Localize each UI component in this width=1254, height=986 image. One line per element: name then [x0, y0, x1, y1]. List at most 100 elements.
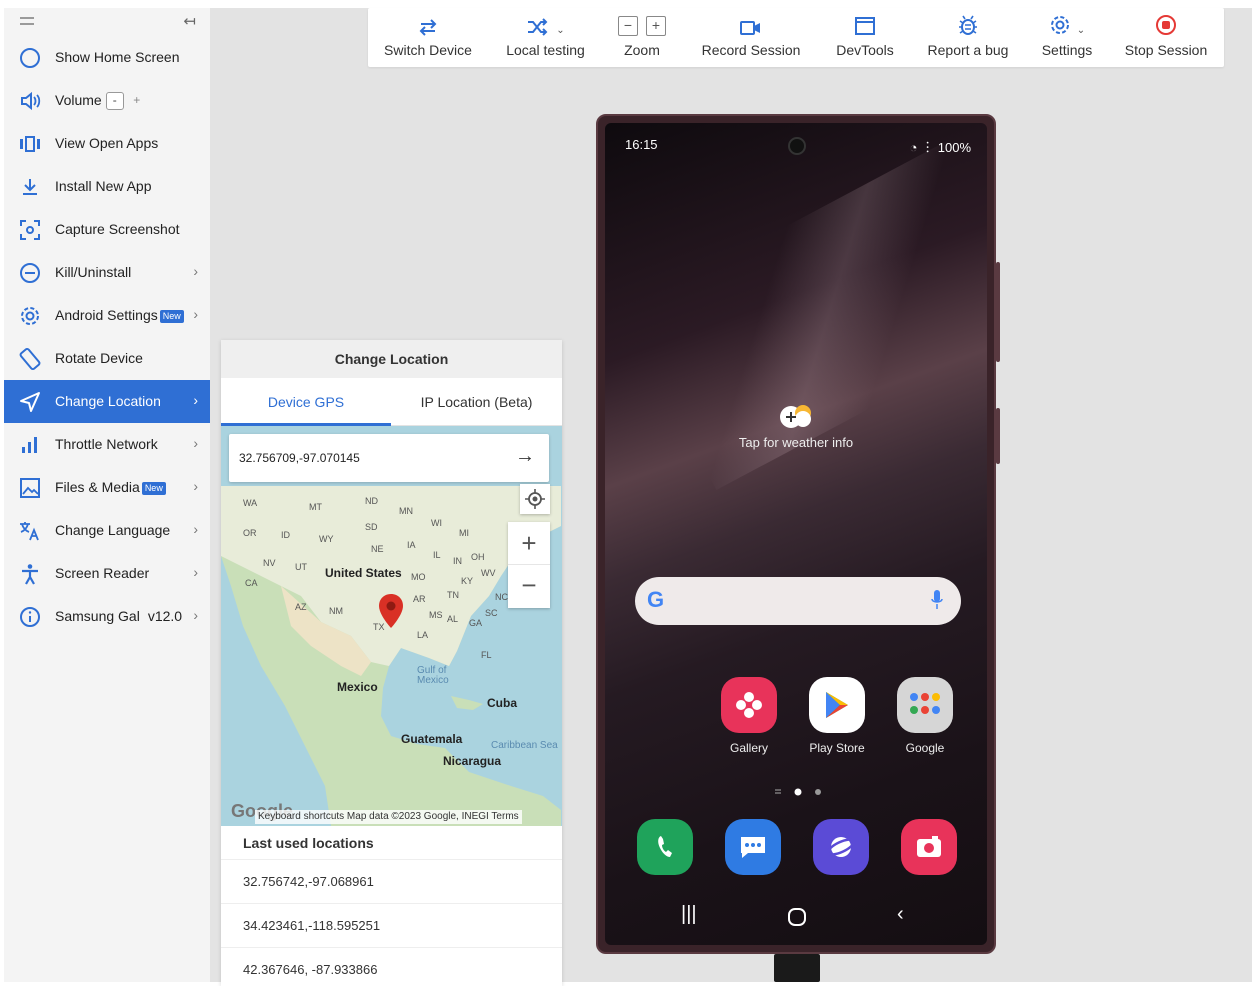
record-session-button[interactable]: Record Session	[694, 8, 808, 67]
state-label: WY	[319, 534, 334, 544]
phone-app-icon[interactable]	[637, 819, 693, 875]
volume-up-button[interactable]: +	[128, 92, 146, 110]
sidebar-item-volume: Volume - +	[4, 79, 210, 122]
app-google-folder[interactable]: Google	[885, 677, 965, 755]
device-screen[interactable]: 16:15 ◔ ︙ 100% Tap for weather info G Ga…	[605, 123, 987, 945]
app-label: Google	[905, 741, 945, 755]
stop-session-button[interactable]: Stop Session	[1120, 8, 1212, 67]
stop-circle-icon	[1156, 15, 1176, 35]
state-label: IA	[407, 540, 416, 550]
sidebar-item-android-settings[interactable]: Android Settings New ›	[4, 294, 210, 337]
internet-app-icon[interactable]	[813, 819, 869, 875]
os-version: v12.0	[147, 608, 183, 624]
map-attribution[interactable]: Keyboard shortcuts Map data ©2023 Google…	[255, 810, 522, 824]
chevron-right-icon: ›	[193, 306, 198, 322]
report-bug-button[interactable]: Report a bug	[920, 8, 1016, 67]
gallery-flower-icon	[721, 677, 777, 733]
devtools-button[interactable]: DevTools	[828, 8, 902, 67]
location-tabs: Device GPS IP Location (Beta)	[221, 378, 562, 426]
battery-level: 100%	[937, 140, 971, 155]
country-label: Cuba	[487, 696, 517, 710]
sidebar-item-home[interactable]: Show Home Screen	[4, 36, 210, 79]
state-label: OR	[243, 528, 257, 538]
local-testing-label: Local testing	[506, 42, 585, 58]
state-label: SD	[365, 522, 378, 532]
my-location-button[interactable]	[520, 484, 550, 514]
microphone-icon[interactable]	[931, 589, 943, 611]
state-label: OH	[471, 552, 485, 562]
panel-title: Change Location	[221, 340, 562, 378]
collapse-sidebar-icon[interactable]: ↤	[183, 12, 196, 30]
google-search-bar[interactable]: G	[635, 577, 961, 625]
map-pin-icon	[379, 594, 403, 628]
sidebar-item-throttle-network[interactable]: Throttle Network ›	[4, 423, 210, 466]
play-store-icon	[809, 677, 865, 733]
map-zoom-out-button[interactable]: −	[508, 565, 550, 607]
settings-button[interactable]: ⌄ Settings	[1034, 8, 1100, 67]
device-name: Samsung Gal	[55, 608, 140, 624]
last-used-location[interactable]: 32.756742,-97.068961	[221, 860, 562, 904]
location-arrow-icon	[18, 390, 42, 414]
sidebar-item-rotate[interactable]: Rotate Device	[4, 337, 210, 380]
sidebar-item-change-location[interactable]: Change Location ›	[4, 380, 210, 423]
sidebar-item-screenshot[interactable]: Capture Screenshot	[4, 208, 210, 251]
sea-label: Gulf of Mexico	[417, 665, 449, 686]
tab-ip-location[interactable]: IP Location (Beta)	[391, 378, 562, 426]
sidebar-item-screen-reader[interactable]: Screen Reader ›	[4, 552, 210, 595]
app-label: Gallery	[729, 741, 768, 755]
sidebar-item-files-media[interactable]: Files & Media New ›	[4, 466, 210, 509]
switch-device-button[interactable]: Switch Device	[378, 8, 478, 67]
tab-device-gps[interactable]: Device GPS	[221, 378, 391, 426]
zoom-out-button[interactable]: −	[618, 16, 638, 36]
messages-app-icon[interactable]	[725, 819, 781, 875]
recents-icon[interactable]: |||	[681, 903, 697, 926]
state-label: CA	[245, 578, 258, 588]
sidebar-item-open-apps[interactable]: View Open Apps	[4, 122, 210, 165]
switch-arrows-icon	[419, 19, 437, 36]
usb-cable	[774, 954, 820, 982]
camera-app-icon[interactable]	[901, 819, 957, 875]
circle-icon	[18, 46, 42, 70]
bug-icon	[959, 15, 977, 35]
chevron-right-icon: ›	[193, 521, 198, 537]
home-nav-icon[interactable]	[787, 907, 807, 927]
location-map[interactable]: WA MT ND MN OR ID SD WY WI MI NE IA NV U…	[221, 426, 562, 826]
session-toolbar: Switch Device ⌄ Local testing − + Zoom Re…	[368, 8, 1224, 67]
go-arrow-icon[interactable]: →	[515, 445, 535, 468]
weather-add-icon[interactable]	[777, 401, 815, 429]
coordinate-value: 32.756709,-97.070145	[239, 451, 360, 465]
drag-handle-icon[interactable]	[20, 17, 34, 25]
app-switcher-icon	[18, 132, 42, 156]
app-gallery[interactable]: Gallery	[709, 677, 789, 755]
device-frame: 16:15 ◔ ︙ 100% Tap for weather info G Ga…	[596, 114, 1000, 954]
new-badge: New	[159, 309, 184, 323]
last-used-location[interactable]: 42.367646, -87.933866	[221, 948, 562, 986]
volume-down-button[interactable]: -	[105, 92, 124, 111]
sea-label: Caribbean Sea	[491, 740, 558, 751]
map-zoom-in-button[interactable]: +	[508, 522, 550, 565]
sidebar-item-device-info[interactable]: Samsung Gal v12.0 ›	[4, 595, 210, 638]
back-chevron-icon[interactable]: ‹	[897, 903, 904, 926]
state-label: IN	[453, 556, 462, 566]
zoom-in-button[interactable]: +	[646, 16, 666, 36]
state-label: TN	[447, 590, 459, 600]
last-used-location[interactable]: 34.423461,-118.595251	[221, 904, 562, 948]
sidebar-item-change-language[interactable]: Change Language ›	[4, 509, 210, 552]
weather-widget-text[interactable]: Tap for weather info	[605, 435, 987, 450]
new-badge: New	[141, 481, 166, 495]
state-label: GA	[469, 618, 483, 628]
sidebar-item-kill-uninstall[interactable]: Kill/Uninstall ›	[4, 251, 210, 294]
app-play-store[interactable]: Play Store	[797, 677, 877, 755]
country-label: Mexico	[337, 680, 378, 694]
sidebar-item-label: Install New App	[55, 178, 152, 194]
state-label: SC	[485, 608, 498, 618]
local-testing-button[interactable]: ⌄ Local testing	[498, 8, 593, 67]
sidebar-item-install-app[interactable]: Install New App	[4, 165, 210, 208]
sidebar-item-label: View Open Apps	[55, 135, 159, 151]
coordinate-input[interactable]: 32.756709,-97.070145 →	[229, 434, 549, 482]
settings-label: Settings	[1041, 42, 1093, 58]
change-location-panel: Change Location Device GPS IP Location (…	[221, 340, 562, 986]
state-label: WI	[431, 518, 442, 528]
sidebar-item-label: Volume - +	[55, 92, 146, 111]
state-label: NV	[263, 558, 276, 568]
